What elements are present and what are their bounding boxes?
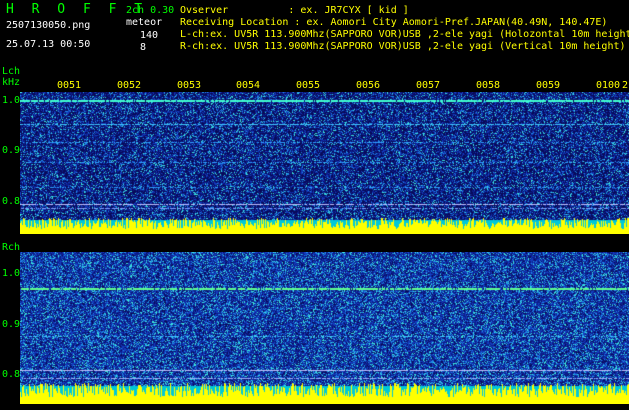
- time-tick-0058: 0058: [476, 80, 501, 91]
- lch-ytick-0.9: 0.9: [2, 145, 21, 156]
- time-tick-0054: 0054: [236, 80, 261, 91]
- lch-label: Lch: [2, 66, 21, 77]
- rch-ytick-0.8: 0.8: [2, 369, 21, 380]
- version-label: 2ch 0.30: [126, 5, 175, 16]
- time-tick-0056: 0056: [356, 80, 381, 91]
- khz-unit-label: kHz: [2, 77, 21, 88]
- time-tick-0055: 0055: [296, 80, 321, 91]
- rch-spectrogram: [20, 252, 629, 404]
- location-info: Receiving Location : ex. Aomori City Aom…: [180, 17, 608, 28]
- meteor-label: meteor: [126, 17, 163, 28]
- time-tick-2: 2: [622, 80, 629, 91]
- lch-spectrogram: [20, 92, 629, 234]
- observer-info: Ovserver : ex. JR7CYX [ kid ]: [180, 5, 409, 16]
- time-tick-0053: 0053: [177, 80, 202, 91]
- time-tick-0100: 0100: [596, 80, 621, 91]
- lch-ytick-0.8: 0.8: [2, 196, 21, 207]
- meteor-count-left: 140: [140, 30, 159, 41]
- rch-label: Rch: [2, 242, 21, 253]
- rch-info: R-ch:ex. UV5R 113.900Mhz(SAPPORO VOR)USB…: [180, 41, 626, 52]
- time-tick-0051: 0051: [57, 80, 82, 91]
- rch-ytick-0.9: 0.9: [2, 319, 21, 330]
- meteor-count-right: 8: [140, 42, 147, 53]
- time-tick-0057: 0057: [416, 80, 441, 91]
- datetime-label: 25.07.13 00:50: [6, 39, 91, 50]
- rch-ytick-1.0: 1.0: [2, 268, 21, 279]
- time-tick-0052: 0052: [117, 80, 142, 91]
- lch-info: L-ch:ex. UV5R 113.900Mhz(SAPPORO VOR)USB…: [180, 29, 629, 40]
- filename-label: 2507130050.png: [6, 20, 91, 31]
- time-tick-0059: 0059: [536, 80, 561, 91]
- lch-ytick-1.0: 1.0: [2, 95, 21, 106]
